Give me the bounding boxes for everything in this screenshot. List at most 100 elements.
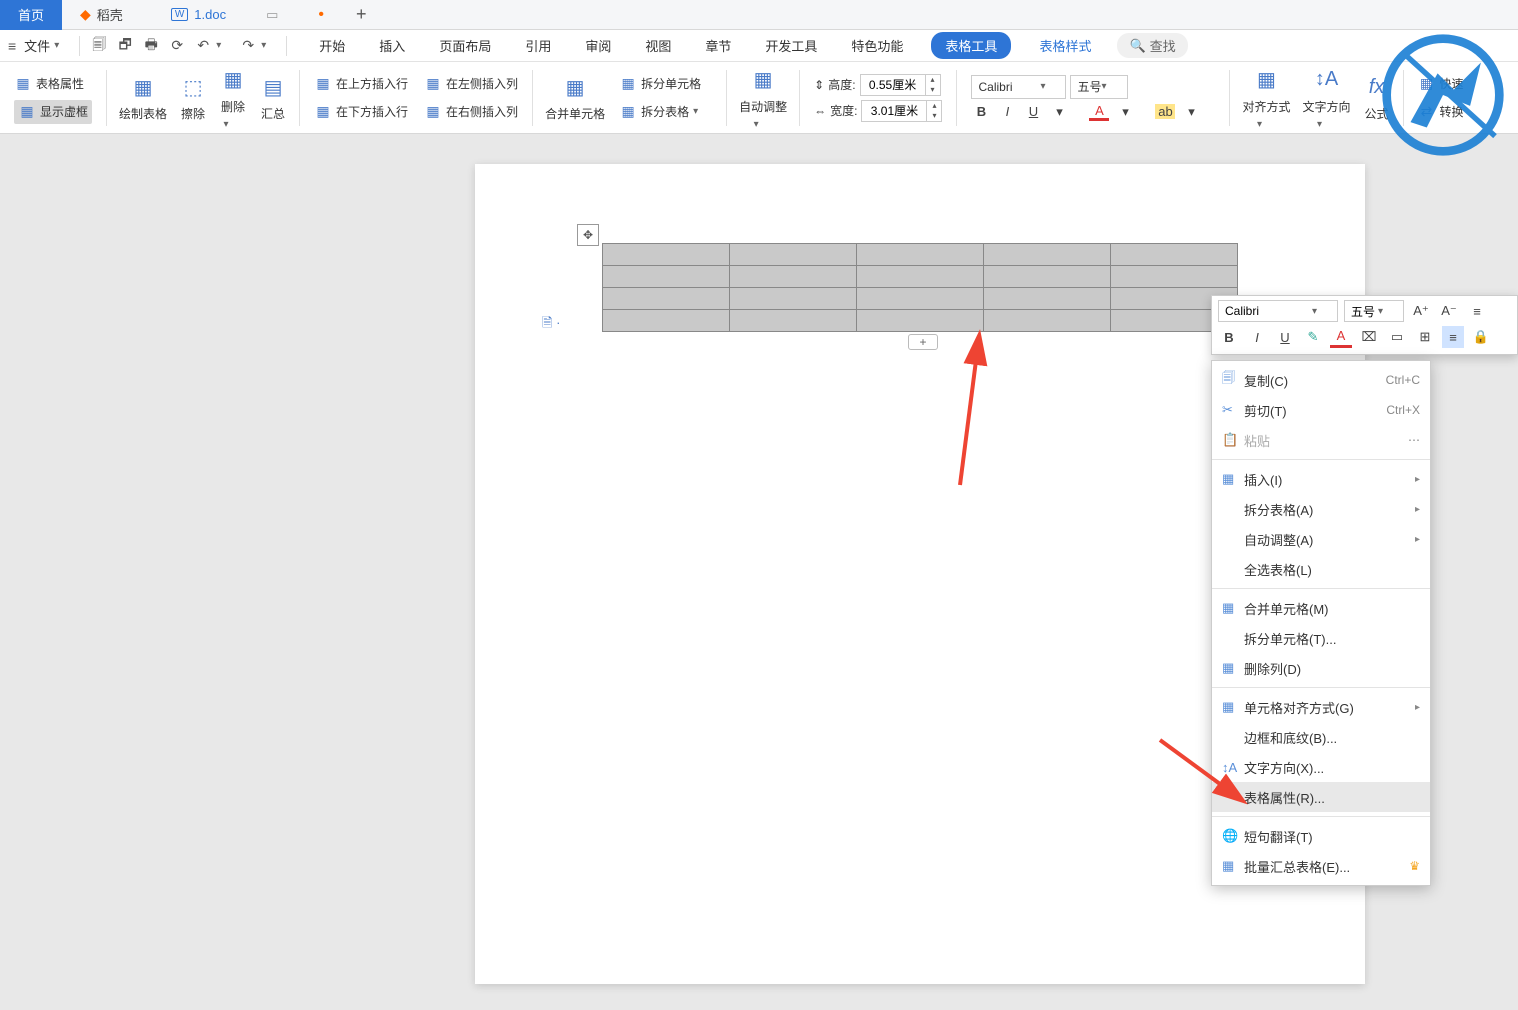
ctx-cell-align[interactable]: ▦单元格对齐方式(G)▸: [1212, 692, 1430, 722]
tab-insert[interactable]: 插入: [373, 32, 411, 59]
tab-home[interactable]: 首页: [0, 0, 62, 30]
font-family-select[interactable]: Calibri▾: [971, 75, 1066, 99]
underline-button[interactable]: U: [1023, 104, 1043, 119]
tab-review[interactable]: 审阅: [579, 32, 617, 59]
ctx-cut[interactable]: ✂剪切(T)Ctrl+X: [1212, 395, 1430, 425]
mini-size-select[interactable]: 五号▾: [1344, 300, 1404, 322]
chevron-down-icon[interactable]: ▾: [216, 40, 221, 51]
print-icon[interactable]: 🖶: [140, 35, 162, 57]
spin-down-icon[interactable]: ▾: [926, 85, 940, 95]
ctx-split-cells[interactable]: 拆分单元格(T)...: [1212, 623, 1430, 653]
tab-docke[interactable]: ◆稻壳: [62, 0, 141, 30]
highlight-button[interactable]: ab: [1155, 104, 1175, 119]
quick-button[interactable]: ▦快速: [1418, 72, 1464, 96]
tab-table-tools[interactable]: 表格工具: [931, 32, 1011, 59]
insert-row-above-button[interactable]: ▦在上方插入行: [314, 72, 408, 96]
ctx-select-table[interactable]: 全选表格(L): [1212, 554, 1430, 584]
add-row-button[interactable]: +: [908, 334, 938, 350]
refresh-icon[interactable]: ⟳: [166, 35, 188, 57]
mini-font-select[interactable]: Calibri▾: [1218, 300, 1338, 322]
titlebar: 首页 ◆稻壳 W 1.doc ▭ • +: [0, 0, 1518, 30]
col-left-icon: ▦: [424, 75, 442, 93]
tab-special[interactable]: 特色功能: [845, 32, 909, 59]
mini-underline-button[interactable]: U: [1274, 326, 1296, 348]
mini-lock-icon[interactable]: 🔒: [1470, 326, 1492, 348]
font-size-select[interactable]: 五号▾: [1070, 75, 1127, 99]
mini-highlight-button[interactable]: ✎: [1302, 326, 1324, 348]
mini-border-icon[interactable]: ⊞: [1414, 326, 1436, 348]
insert-col-left-button[interactable]: ▦在左侧插入列: [424, 72, 518, 96]
ctx-insert[interactable]: ▦插入(I)▸: [1212, 464, 1430, 494]
mini-font-color-button[interactable]: A: [1330, 326, 1352, 348]
table-move-handle[interactable]: ✥: [577, 224, 599, 246]
ctx-text-direction[interactable]: ↕A文字方向(X)...: [1212, 752, 1430, 782]
spin-up-icon[interactable]: ▴: [926, 75, 940, 85]
redo-icon[interactable]: ↷: [237, 35, 259, 57]
table-properties-button[interactable]: ▦表格属性: [14, 72, 92, 96]
width-label: 宽度:: [830, 102, 857, 119]
ctx-table-properties[interactable]: 表格属性(R)...: [1212, 782, 1430, 812]
line-spacing-icon[interactable]: ≡: [1466, 300, 1488, 322]
file-menu[interactable]: 文件: [24, 36, 50, 55]
summary-button[interactable]: ▤汇总: [255, 71, 291, 124]
ctx-delete-column[interactable]: ▦删除列(D): [1212, 653, 1430, 683]
mini-italic-button[interactable]: I: [1246, 326, 1268, 348]
hamburger-icon[interactable]: ≡: [8, 38, 16, 54]
decrease-font-icon[interactable]: A⁻: [1438, 300, 1460, 322]
ctx-batch-summary[interactable]: ▦批量汇总表格(E)...♛: [1212, 851, 1430, 881]
ctx-split-table[interactable]: 拆分表格(A)▸: [1212, 494, 1430, 524]
split-cells-button[interactable]: ▦拆分单元格: [619, 72, 712, 96]
bold-button[interactable]: B: [971, 104, 991, 119]
fire-icon: ◆: [80, 6, 91, 23]
document-table[interactable]: [602, 243, 1238, 332]
eraser-button[interactable]: ⬚擦除: [175, 71, 211, 124]
increase-font-icon[interactable]: A⁺: [1410, 300, 1432, 322]
tab-view[interactable]: 视图: [639, 32, 677, 59]
ctx-copy[interactable]: 🗐复制(C)Ctrl+C: [1212, 365, 1430, 395]
spin-down-icon[interactable]: ▾: [927, 111, 941, 121]
print-preview-icon[interactable]: 🗗: [114, 35, 136, 57]
search-box[interactable]: 🔍 查找: [1117, 33, 1187, 58]
undo-icon[interactable]: ↶: [192, 35, 214, 57]
screen-icon[interactable]: ▭: [266, 7, 278, 23]
mini-align-icon[interactable]: ≡: [1442, 326, 1464, 348]
width-icon: ⇔: [814, 104, 826, 118]
split-table-button[interactable]: ▦拆分表格▾: [619, 100, 712, 124]
merge-cells-button[interactable]: ▦合并单元格: [541, 71, 609, 124]
mini-bold-button[interactable]: B: [1218, 326, 1240, 348]
quick-icon: ▦: [1418, 75, 1436, 93]
ctx-translate[interactable]: 🌐短句翻译(T): [1212, 821, 1430, 851]
formula-button[interactable]: fx公式: [1359, 71, 1395, 124]
spin-up-icon[interactable]: ▴: [927, 101, 941, 111]
ctx-autofit[interactable]: 自动调整(A)▸: [1212, 524, 1430, 554]
new-tab-button[interactable]: +: [342, 4, 381, 25]
autofit-button[interactable]: ▦自动调整▾: [735, 64, 791, 132]
tab-reference[interactable]: 引用: [519, 32, 557, 59]
tab-document[interactable]: W 1.doc ▭ •: [141, 0, 342, 30]
width-input[interactable]: ▴▾: [861, 100, 942, 122]
tab-devtools[interactable]: 开发工具: [759, 32, 823, 59]
tab-table-style[interactable]: 表格样式: [1033, 32, 1097, 59]
alignment-button[interactable]: ▦对齐方式▾: [1238, 64, 1294, 132]
insert-col-right-button[interactable]: ▦在右侧插入列: [424, 100, 518, 124]
italic-button[interactable]: I: [997, 104, 1017, 119]
tab-section[interactable]: 章节: [699, 32, 737, 59]
draw-table-button[interactable]: ▦绘制表格: [115, 71, 171, 124]
mini-shading-icon[interactable]: ▭: [1386, 326, 1408, 348]
chevron-down-icon[interactable]: ▾: [261, 40, 266, 51]
font-color-button[interactable]: A: [1089, 103, 1109, 121]
chevron-down-icon[interactable]: ▾: [54, 40, 59, 51]
tab-close-icon[interactable]: •: [318, 6, 324, 24]
insert-row-below-button[interactable]: ▦在下方插入行: [314, 100, 408, 124]
mini-format-painter-icon[interactable]: ⌧: [1358, 326, 1380, 348]
show-gridlines-button[interactable]: ▦显示虚框: [14, 100, 92, 124]
text-direction-button[interactable]: ↕A文字方向▾: [1299, 64, 1355, 132]
tab-start[interactable]: 开始: [313, 32, 351, 59]
ctx-border-shading[interactable]: 边框和底纹(B)...: [1212, 722, 1430, 752]
height-input[interactable]: ▴▾: [860, 74, 941, 96]
delete-button[interactable]: ▦删除▾: [215, 64, 251, 132]
convert-button[interactable]: ⇄转换: [1418, 100, 1464, 124]
tab-layout[interactable]: 页面布局: [433, 32, 497, 59]
ctx-merge-cells[interactable]: ▦合并单元格(M): [1212, 593, 1430, 623]
save-icon[interactable]: 🗐: [88, 35, 110, 57]
